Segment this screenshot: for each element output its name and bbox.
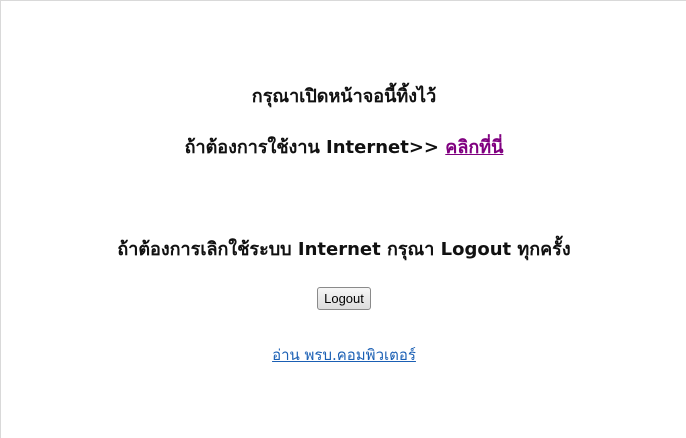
- click-here-link[interactable]: คลิกที่นี่: [445, 137, 503, 158]
- internet-access-message: ถ้าต้องการใช้งาน Internet>> คลิกที่นี่: [1, 132, 686, 161]
- logout-form: Logout: [1, 287, 686, 310]
- page-frame: กรุณาเปิดหน้าจอนี้ทิ้งไว้ ถ้าต้องการใช้ง…: [0, 0, 686, 438]
- internet-access-prefix: ถ้าต้องการใช้งาน Internet>>: [184, 137, 446, 158]
- logout-button[interactable]: Logout: [317, 287, 371, 310]
- logout-prompt: ถ้าต้องการเลิกใช้ระบบ Internet กรุณา Log…: [117, 239, 571, 260]
- keep-open-message: กรุณาเปิดหน้าจอนี้ทิ้งไว้: [251, 86, 437, 107]
- footer: อ่าน พรบ.คอมพิวเตอร์: [1, 343, 686, 367]
- computer-act-link[interactable]: อ่าน พรบ.คอมพิวเตอร์: [272, 346, 416, 364]
